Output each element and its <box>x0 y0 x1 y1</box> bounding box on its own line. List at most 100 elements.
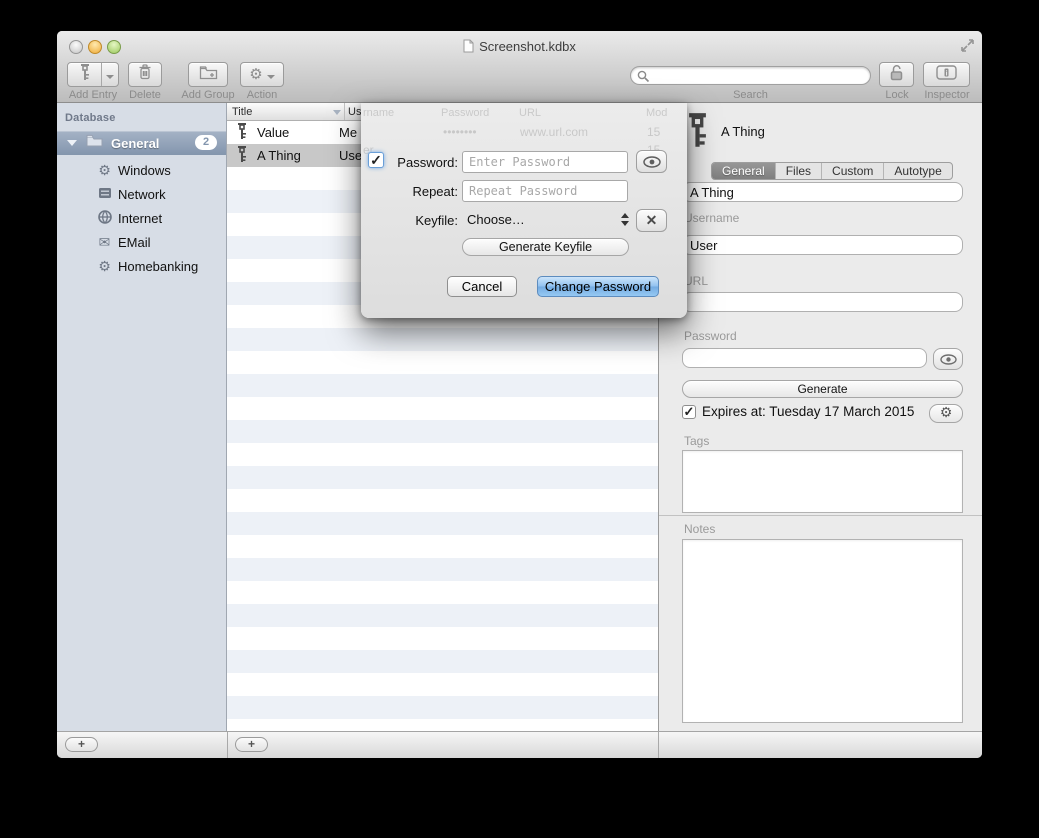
reveal-password-button[interactable] <box>933 348 963 370</box>
empty-row <box>227 650 658 673</box>
search-input[interactable] <box>630 66 871 85</box>
add-entry-label: Add Entry <box>67 89 119 101</box>
sidebar-item-network[interactable]: Network <box>57 182 226 206</box>
expires-label: Expires at: Tuesday 17 March 2015 <box>702 404 914 419</box>
url-label: URL <box>684 274 708 288</box>
empty-row <box>227 696 658 719</box>
notes-input[interactable] <box>682 539 963 723</box>
expires-checkbox[interactable]: ✓ <box>682 405 696 419</box>
empty-row <box>227 673 658 696</box>
chevron-down-icon <box>102 66 118 84</box>
empty-row <box>227 374 658 397</box>
search-icon <box>637 70 650 83</box>
sidebar-item-label: Network <box>118 187 166 202</box>
add-entry-button[interactable] <box>67 62 119 87</box>
empty-row <box>227 558 658 581</box>
title-field[interactable] <box>682 182 963 202</box>
column-divider[interactable] <box>344 103 345 120</box>
popup-stepper-icon[interactable] <box>621 213 629 226</box>
backdrop-header-username: rname <box>363 107 394 119</box>
lock-label: Lock <box>873 89 921 101</box>
gear-icon: ⚙ <box>96 259 113 274</box>
tab-autotype[interactable]: Autotype <box>884 163 951 179</box>
titlebar-toolbar: Screenshot.kdbx Add Entry Delete Add Gro… <box>57 31 982 103</box>
sidebar-group-general[interactable]: General 2 <box>57 131 226 155</box>
tags-label: Tags <box>684 434 709 448</box>
tab-custom[interactable]: Custom <box>822 163 884 179</box>
disclosure-triangle-icon[interactable] <box>67 140 77 146</box>
entry-title-cell: Value <box>257 125 339 140</box>
folder-icon <box>86 134 103 152</box>
inspector-tabs: GeneralFilesCustomAutotype <box>711 162 953 180</box>
inspector-label: Inspector <box>917 89 977 101</box>
column-header-title[interactable]: Title <box>232 106 252 118</box>
tab-files[interactable]: Files <box>776 163 822 179</box>
change-password-button[interactable]: Change Password <box>537 276 659 297</box>
trash-icon <box>138 64 152 85</box>
tab-general[interactable]: General <box>712 163 776 179</box>
username-label: Username <box>684 211 739 225</box>
empty-row <box>227 351 658 374</box>
clear-keyfile-button[interactable]: ✕ <box>636 209 667 232</box>
password-field[interactable] <box>682 348 927 368</box>
add-group-footer-button[interactable]: + <box>65 737 98 752</box>
username-field[interactable] <box>682 235 963 255</box>
change-password-sheet: rname Password URL Mod •••••••• www.url.… <box>361 103 687 318</box>
inspector-button[interactable]: i <box>923 62 970 87</box>
cancel-button[interactable]: Cancel <box>447 276 517 297</box>
empty-row <box>227 328 658 351</box>
add-group-label: Add Group <box>171 89 245 101</box>
lock-button[interactable] <box>879 62 914 87</box>
envelope-icon: ✉ <box>96 235 113 250</box>
dialog-repeat-label: Repeat: <box>377 184 458 199</box>
sidebar-item-label: Internet <box>118 211 162 226</box>
document-icon <box>463 39 474 53</box>
show-password-button[interactable] <box>636 150 667 173</box>
sidebar-item-email[interactable]: ✉ EMail <box>57 230 226 254</box>
bottom-bar: + + <box>57 731 982 758</box>
delete-label: Delete <box>121 89 169 101</box>
key-icon <box>236 146 250 166</box>
fullscreen-icon[interactable] <box>961 39 974 52</box>
backdrop-row1-modified: 15 <box>647 125 660 139</box>
password-label: Password <box>684 329 737 343</box>
add-group-button[interactable] <box>188 62 228 87</box>
add-entry-footer-button[interactable]: + <box>235 737 268 752</box>
expires-settings-button[interactable]: ⚙ <box>929 404 963 423</box>
inspector-entry-title: A Thing <box>721 124 765 139</box>
dialog-password-input[interactable] <box>462 151 628 173</box>
entry-username-cell: Me <box>339 125 357 140</box>
sidebar: Database General 2 ⚙Windows Network Intern… <box>57 103 227 731</box>
unlock-icon <box>889 64 904 86</box>
empty-row <box>227 489 658 512</box>
dialog-repeat-input[interactable] <box>462 180 628 202</box>
tags-input[interactable] <box>682 450 963 513</box>
sidebar-item-homebanking[interactable]: ⚙Homebanking <box>57 254 226 278</box>
key-icon <box>687 112 708 153</box>
sidebar-item-label: EMail <box>118 235 151 250</box>
backdrop-header-password: Password <box>441 107 489 119</box>
sidebar-section-header: Database <box>65 112 116 124</box>
screen-background: Screenshot.kdbx Add Entry Delete Add Gro… <box>0 0 1039 838</box>
generate-password-button[interactable]: Generate <box>682 380 963 398</box>
backdrop-row1-url: www.url.com <box>520 125 588 139</box>
empty-row <box>227 443 658 466</box>
empty-row <box>227 535 658 558</box>
generate-keyfile-button[interactable]: Generate Keyfile <box>462 238 629 256</box>
sidebar-item-windows[interactable]: ⚙Windows <box>57 158 226 182</box>
action-label: Action <box>240 89 284 101</box>
action-button[interactable]: ⚙ <box>240 62 284 87</box>
globe-icon <box>96 210 113 226</box>
gear-icon: ⚙ <box>940 405 953 421</box>
empty-row <box>227 719 658 731</box>
sidebar-item-internet[interactable]: Internet <box>57 206 226 230</box>
empty-row <box>227 466 658 489</box>
footer-divider <box>227 732 228 758</box>
dialog-keyfile-label: Keyfile: <box>377 213 458 228</box>
empty-row <box>227 627 658 650</box>
url-field[interactable] <box>682 292 963 312</box>
inspector-panel: A Thing GeneralFilesCustomAutotype Usern… <box>658 103 982 731</box>
keyfile-popup[interactable]: Choose… <box>467 212 525 227</box>
eye-icon <box>643 156 661 168</box>
delete-button[interactable] <box>128 62 162 87</box>
